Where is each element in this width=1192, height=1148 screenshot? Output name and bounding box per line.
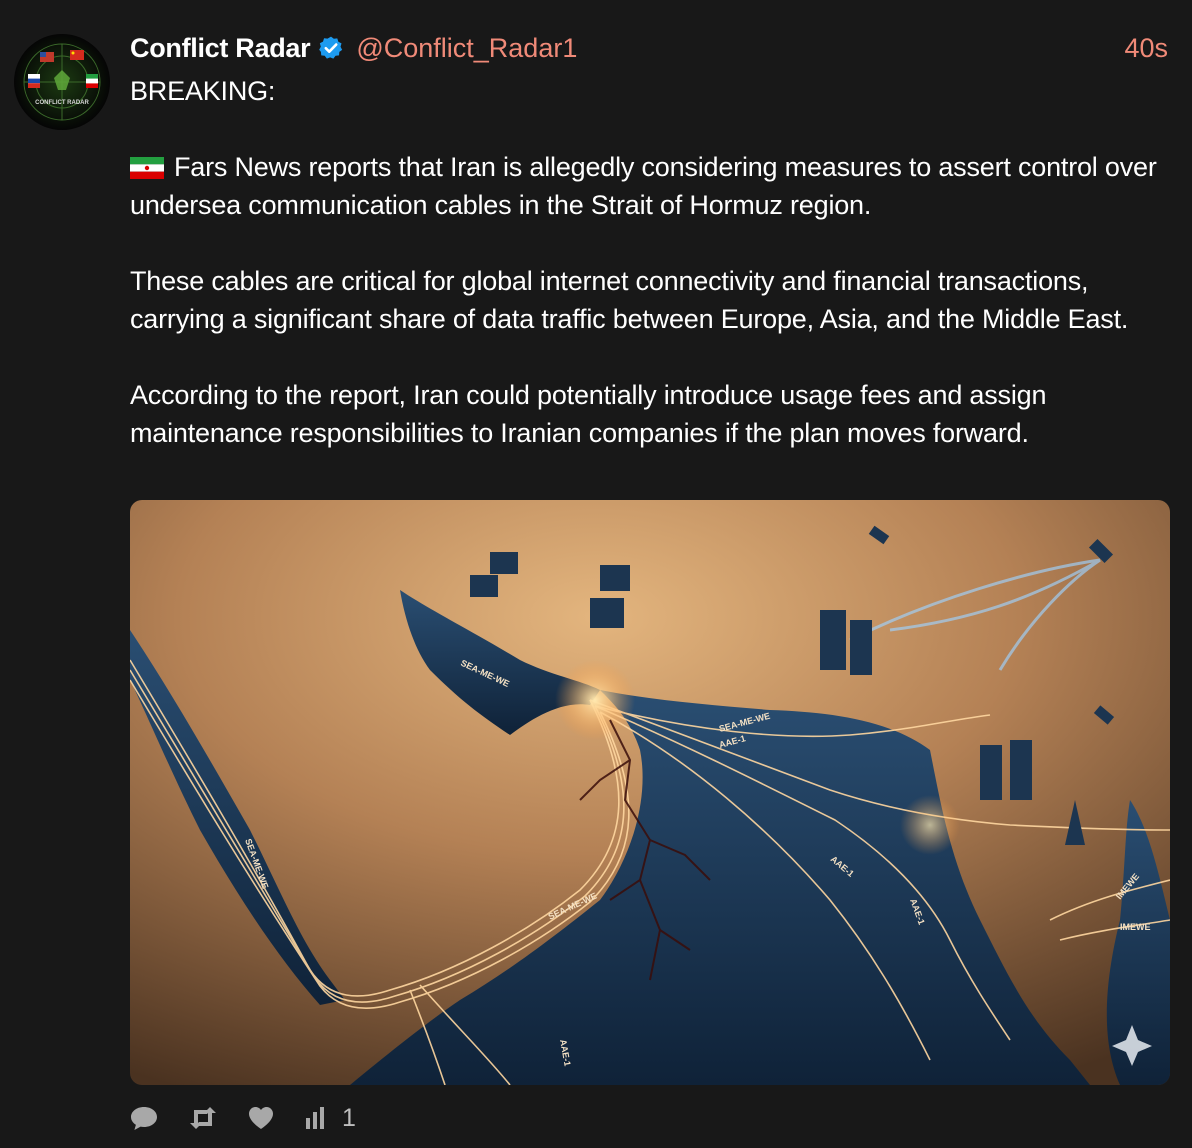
repost-button[interactable] bbox=[186, 1104, 220, 1132]
post-header: Conflict Radar @Conflict_Radar1 40s bbox=[130, 30, 1168, 66]
post-paragraph-3: According to the report, Iran could pote… bbox=[130, 380, 1047, 448]
post-timestamp[interactable]: 40s bbox=[1124, 33, 1168, 64]
post-paragraph-1: Fars News reports that Iran is allegedly… bbox=[130, 148, 1175, 224]
svg-text:IMEWE: IMEWE bbox=[1120, 922, 1151, 932]
iran-flag-icon bbox=[130, 157, 164, 179]
avatar-logo: CONFLICT RADAR bbox=[14, 34, 110, 130]
avatar[interactable]: CONFLICT RADAR bbox=[14, 34, 110, 130]
post-text: BREAKING: Fars News reports that Iran is… bbox=[130, 72, 1175, 452]
like-icon bbox=[249, 1107, 273, 1129]
action-bar: 1 bbox=[128, 1100, 356, 1136]
undersea-cables-map: SEA-ME-WE SEA-ME-WE AAE-1 SEA-ME-WE AAE-… bbox=[130, 500, 1170, 1085]
reply-button[interactable] bbox=[128, 1104, 160, 1132]
views-icon bbox=[306, 1107, 324, 1129]
verified-icon bbox=[319, 36, 343, 59]
reply-icon bbox=[131, 1107, 157, 1130]
post-paragraph-2: These cables are critical for global int… bbox=[130, 266, 1129, 334]
svg-text:CONFLICT RADAR: CONFLICT RADAR bbox=[35, 100, 89, 106]
views-button[interactable]: 1 bbox=[302, 1104, 356, 1133]
post-image[interactable]: SEA-ME-WE SEA-ME-WE AAE-1 SEA-ME-WE AAE-… bbox=[130, 500, 1170, 1085]
views-count: 1 bbox=[342, 1103, 356, 1132]
author-name[interactable]: Conflict Radar bbox=[130, 33, 311, 64]
author-handle[interactable]: @Conflict_Radar1 bbox=[356, 33, 577, 64]
repost-icon bbox=[190, 1107, 216, 1129]
post-headline: BREAKING: bbox=[130, 76, 276, 106]
paragraph-1-text: Fars News reports that Iran is allegedly… bbox=[130, 152, 1157, 220]
like-button[interactable] bbox=[246, 1104, 276, 1132]
